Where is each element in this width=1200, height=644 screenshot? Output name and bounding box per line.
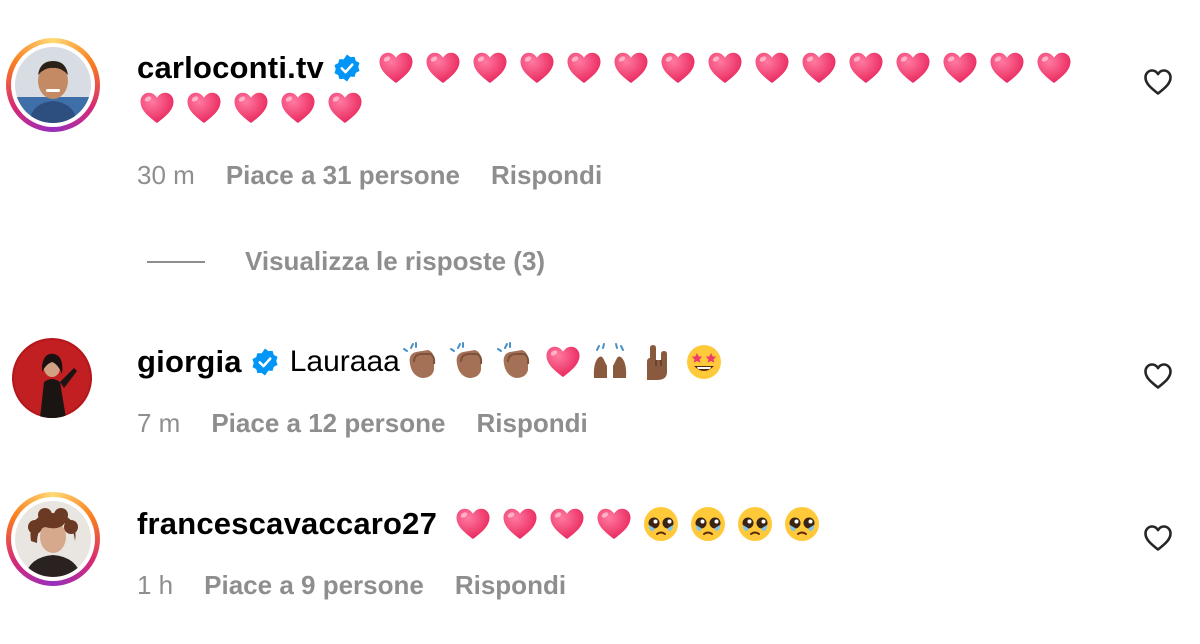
heart-emoji bbox=[325, 88, 365, 128]
heart-outline-icon[interactable] bbox=[1143, 524, 1173, 552]
previous-comment-fragment bbox=[130, 0, 138, 12]
heart-emoji bbox=[611, 48, 651, 88]
timestamp[interactable]: 7 m bbox=[137, 408, 180, 439]
comment-meta: 30 m Piace a 31 persone Rispondi bbox=[137, 160, 633, 191]
heart-outline-icon[interactable] bbox=[1143, 68, 1173, 96]
heart-emoji bbox=[278, 88, 318, 128]
username[interactable]: francescavaccaro27 bbox=[137, 506, 437, 542]
clap-emoji bbox=[496, 342, 536, 382]
view-replies-button[interactable]: Visualizza le risposte (3) bbox=[147, 246, 545, 277]
heart-emoji bbox=[137, 88, 177, 128]
teary-face-emoji bbox=[735, 504, 775, 544]
star-eyes-emoji bbox=[684, 342, 724, 382]
heart-emoji bbox=[547, 504, 587, 544]
heart-emoji bbox=[517, 48, 557, 88]
timestamp[interactable]: 1 h bbox=[137, 570, 173, 601]
verified-badge-icon bbox=[252, 348, 278, 376]
avatar-photo bbox=[15, 47, 91, 123]
heart-emoji bbox=[500, 504, 540, 544]
heart-emoji bbox=[423, 48, 463, 88]
heart-emoji bbox=[1034, 48, 1074, 88]
comment-body: francescavaccaro27 bbox=[137, 504, 1127, 544]
heart-emoji bbox=[940, 48, 980, 88]
reply-button[interactable]: Rispondi bbox=[455, 570, 566, 601]
clap-emoji bbox=[449, 342, 489, 382]
heart-emoji bbox=[453, 504, 493, 544]
comment-text: Lauraaa bbox=[289, 345, 400, 378]
heart-emoji bbox=[594, 504, 634, 544]
avatar-photo bbox=[15, 501, 91, 577]
heart-emoji bbox=[184, 88, 224, 128]
avatar[interactable] bbox=[6, 492, 100, 586]
comment-meta: 7 m Piace a 12 persone Rispondi bbox=[137, 408, 619, 439]
heart-emoji bbox=[987, 48, 1027, 88]
heart-emoji bbox=[231, 88, 271, 128]
teary-face-emoji bbox=[641, 504, 681, 544]
clap-emoji bbox=[402, 342, 442, 382]
heart-emoji bbox=[470, 48, 510, 88]
comment-body: giorgia Lauraaa bbox=[137, 342, 1127, 382]
heart-emoji bbox=[564, 48, 604, 88]
username[interactable]: giorgia bbox=[137, 344, 242, 380]
heart-emoji bbox=[893, 48, 933, 88]
horns-emoji bbox=[637, 342, 677, 382]
replies-divider bbox=[147, 260, 205, 263]
teary-face-emoji bbox=[782, 504, 822, 544]
heart-emoji bbox=[376, 48, 416, 88]
avatar-photo bbox=[12, 338, 92, 418]
heart-emoji bbox=[752, 48, 792, 88]
username[interactable]: carloconti.tv bbox=[137, 50, 324, 86]
comment-body: carloconti.tv bbox=[137, 48, 1127, 128]
reply-button[interactable]: Rispondi bbox=[491, 160, 602, 191]
heart-outline-icon[interactable] bbox=[1143, 362, 1173, 390]
timestamp[interactable]: 30 m bbox=[137, 160, 195, 191]
teary-face-emoji bbox=[688, 504, 728, 544]
heart-emoji bbox=[799, 48, 839, 88]
comment-meta: 1 h Piace a 9 persone Rispondi bbox=[137, 570, 597, 601]
verified-badge-icon bbox=[334, 54, 360, 82]
likes-count[interactable]: Piace a 31 persone bbox=[226, 160, 460, 191]
heart-emoji bbox=[705, 48, 745, 88]
view-replies-label: Visualizza le risposte (3) bbox=[245, 246, 546, 276]
heart-emoji bbox=[658, 48, 698, 88]
raised-hands-emoji bbox=[590, 342, 630, 382]
reply-button[interactable]: Rispondi bbox=[476, 408, 587, 439]
heart-emoji bbox=[846, 48, 886, 88]
heart-emoji bbox=[543, 342, 583, 382]
avatar[interactable] bbox=[6, 38, 100, 132]
likes-count[interactable]: Piace a 9 persone bbox=[204, 570, 424, 601]
likes-count[interactable]: Piace a 12 persone bbox=[211, 408, 445, 439]
avatar[interactable] bbox=[12, 338, 92, 418]
